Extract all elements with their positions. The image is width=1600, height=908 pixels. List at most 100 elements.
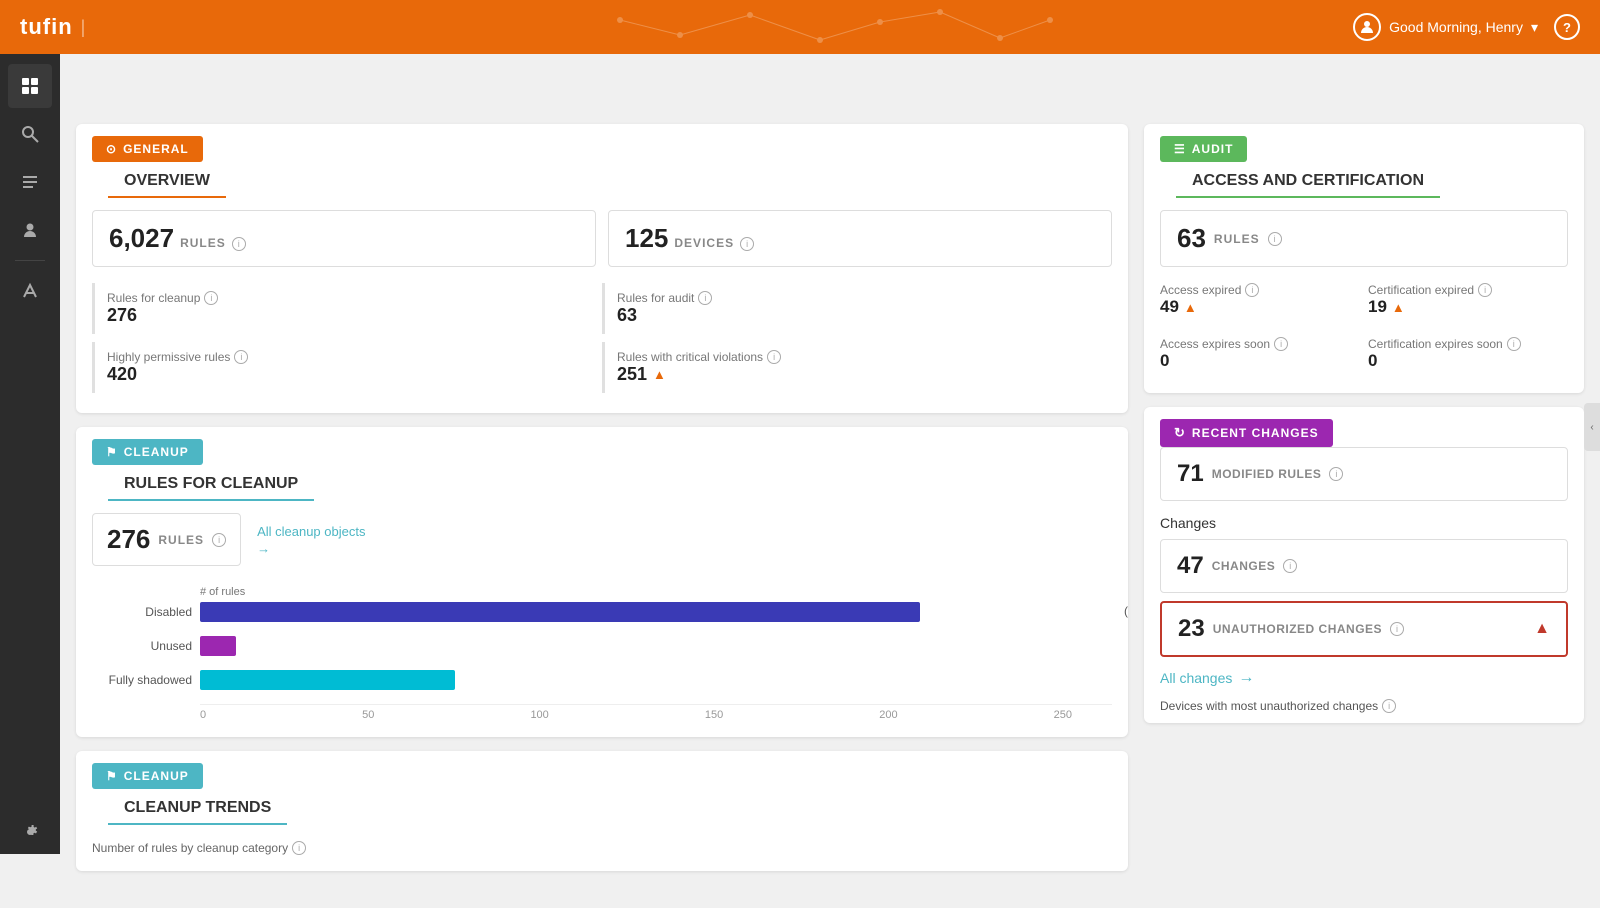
sidebar-item-settings[interactable] [8,810,52,854]
cleanup-tag-icon: ⚑ [106,445,118,459]
axis-100: 100 [530,709,548,721]
audit-tag-icon: ☰ [1174,142,1186,156]
bar-unused: Unused (9) [92,636,1112,656]
all-changes-link[interactable]: All changes → [1144,665,1584,695]
modified-rules-label: MODIFIED RULES [1212,467,1322,481]
sidebar-item-dashboard[interactable] [8,64,52,108]
highly-permissive-label: Highly permissive rules i [107,350,582,364]
audit-rules-info[interactable]: i [1268,232,1282,246]
topbar-user[interactable]: Good Morning, Henry ▾ [1353,13,1538,41]
audit-card: ☰ AUDIT ACCESS AND CERTIFICATION 63 RULE… [1144,124,1584,393]
all-cleanup-link[interactable]: All cleanup objects → [257,524,365,556]
rules-info-icon[interactable]: i [232,237,246,251]
cert-soon-stat: Certification expires soon i 0 [1368,331,1568,377]
cleanup-rules-stat-box[interactable]: 276 RULES i [92,513,241,566]
overview-title: OVERVIEW [108,162,226,198]
devices-most-unauth-label: Devices with most unauthorized changes i [1144,695,1584,723]
unauth-info[interactable]: i [1390,622,1404,636]
recent-changes-tag: ↻ RECENT CHANGES [1160,419,1333,447]
help-button[interactable]: ? [1554,14,1580,40]
modified-rules-count: 71 [1177,460,1204,488]
left-column: ⊙ GENERAL OVERVIEW 6,027 RULES i 125 [76,124,1128,892]
modified-rules-box: 71 MODIFIED RULES i [1160,447,1568,501]
access-soon-label: Access expires soon i [1160,337,1360,351]
rules-audit-info[interactable]: i [698,291,712,305]
critical-violations-info[interactable]: i [767,350,781,364]
modified-rules-info[interactable]: i [1329,467,1343,481]
sidebar [0,54,60,854]
bar-unused-container: (9) [200,636,1112,656]
critical-violations-label: Rules with critical violations i [617,350,1092,364]
cleanup-bar-chart: # of rules Disabled (196) Unused (9) [76,578,1128,737]
unauth-count: 23 [1178,615,1205,643]
access-expired-value: 49 ▲ [1160,297,1360,317]
cleanup-rules-count: 276 [107,524,150,555]
access-expired-info[interactable]: i [1245,283,1259,297]
changes-count: 47 [1177,552,1204,580]
devices-count: 125 [625,223,668,254]
sidebar-item-users[interactable] [8,208,52,252]
changes-info[interactable]: i [1283,559,1297,573]
cert-soon-value: 0 [1368,351,1568,371]
bar-shadowed-fill [200,670,455,690]
access-soon-info[interactable]: i [1274,337,1288,351]
bar-disabled-label: Disabled [92,605,192,619]
audit-rules-count: 63 [1177,223,1206,254]
access-soon-stat: Access expires soon i 0 [1160,331,1360,377]
highly-permissive-stat: Highly permissive rules i 420 [92,342,594,393]
all-changes-text: All changes [1160,670,1232,686]
audit-tag-label: AUDIT [1192,142,1234,156]
sidebar-item-reports[interactable] [8,160,52,204]
cert-soon-info[interactable]: i [1507,337,1521,351]
cleanup-rules-info[interactable]: i [212,533,226,547]
bar-shadowed-label: Fully shadowed [92,673,192,687]
main-content: ⊙ GENERAL OVERVIEW 6,027 RULES i 125 [60,108,1600,908]
cleanup-rules-label: RULES [158,533,204,547]
cert-expired-stat: Certification expired i 19 ▲ [1368,277,1568,323]
cleanup-trends-title: CLEANUP TRENDS [108,789,287,825]
devices-info-icon[interactable]: i [740,237,754,251]
devices-stat-box[interactable]: 125 DEVICES i [608,210,1112,267]
cert-expired-info[interactable]: i [1478,283,1492,297]
rules-stat-box[interactable]: 6,027 RULES i [92,210,596,267]
bar-shadowed-container: (71) [200,670,1112,690]
cleanup-tag: ⚑ CLEANUP [92,439,203,465]
sidebar-item-topology[interactable] [8,269,52,313]
topbar-right: Good Morning, Henry ▾ ? [1353,13,1580,41]
recent-changes-tag-label: RECENT CHANGES [1192,426,1319,440]
all-cleanup-text: All cleanup objects [257,524,365,539]
sidebar-pull-tab[interactable]: ‹ [1584,403,1600,451]
devices-label: DEVICES [674,236,734,250]
unauth-label: UNAUTHORIZED CHANGES [1213,622,1382,636]
axis-200: 200 [879,709,897,721]
rules-audit-label: Rules for audit i [617,291,1092,305]
critical-violations-value: 251 ▲ [617,364,1092,385]
bar-unused-label: Unused [92,639,192,653]
unauth-warning-icon: ▲ [1534,620,1550,638]
cleanup-card: ⚑ CLEANUP RULES FOR CLEANUP 276 RULES i … [76,427,1128,737]
changes-section-title: Changes [1144,511,1584,539]
cleanup-trends-info[interactable]: i [292,841,306,855]
rules-cleanup-info[interactable]: i [204,291,218,305]
audit-tag: ☰ AUDIT [1160,136,1247,162]
topbar-separator: | [81,17,86,38]
sidebar-divider [15,260,45,261]
bar-disabled-fill [200,602,920,622]
general-card: ⊙ GENERAL OVERVIEW 6,027 RULES i 125 [76,124,1128,413]
overview-stat-row: 6,027 RULES i 125 DEVICES i [76,210,1128,279]
rules-audit-value: 63 [617,305,1092,326]
all-changes-arrow: → [1238,669,1254,687]
highly-permissive-info[interactable]: i [234,350,248,364]
cert-expired-label: Certification expired i [1368,283,1568,297]
dropdown-arrow: ▾ [1531,19,1538,36]
devices-most-info[interactable]: i [1382,699,1396,713]
sidebar-item-search[interactable] [8,112,52,156]
rules-cleanup-value: 276 [107,305,582,326]
cleanup-trends-tag-icon: ⚑ [106,769,118,783]
unauthorized-changes-box: 23 UNAUTHORIZED CHANGES i ▲ [1160,601,1568,657]
overview-sub-stats: Rules for cleanup i 276 Rules for audit … [76,279,1128,413]
recent-changes-card: ↻ RECENT CHANGES 71 MODIFIED RULES i Cha… [1144,407,1584,723]
topbar: tufin | Good Morning, Henry ▾ ? [0,0,1600,54]
rules-label: RULES [180,236,226,250]
rules-cleanup-label: Rules for cleanup i [107,291,582,305]
